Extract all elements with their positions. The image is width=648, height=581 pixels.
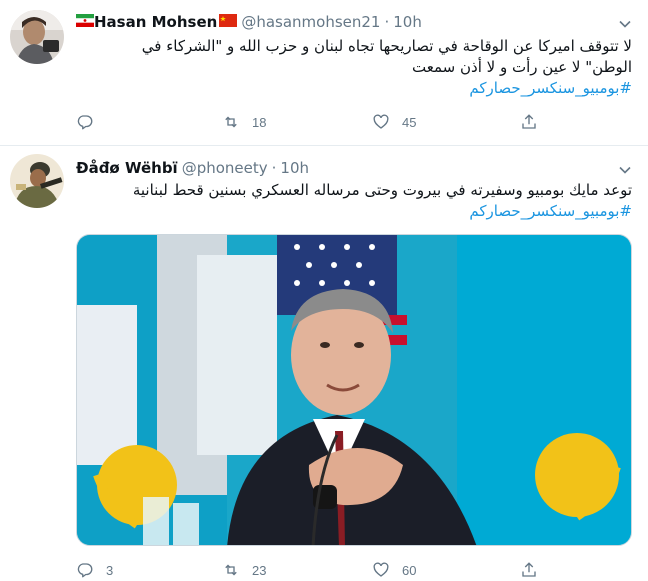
share-button[interactable]	[520, 112, 538, 132]
separator-dot: ·	[384, 13, 390, 31]
tweet-text: لا تتوقف اميركا عن الوقاحة في تصاريحها ت…	[76, 36, 632, 99]
reply-icon	[77, 563, 93, 578]
reply-count: 3	[106, 562, 114, 578]
like-count: 60	[402, 562, 417, 578]
share-button[interactable]	[520, 560, 538, 580]
retweet-icon	[225, 564, 237, 576]
tweet-actions: 3 23 60	[76, 560, 536, 580]
tweet-header: Ðåđø Wëhbï @phoneety · 10h	[76, 158, 309, 178]
china-flag-icon	[219, 13, 238, 31]
reply-button[interactable]	[76, 112, 106, 132]
like-icon	[373, 114, 389, 129]
like-button[interactable]: 45	[372, 112, 416, 132]
tweet[interactable]: Hasan Mohsen @hasanmohsen21 · 10h لا تتو…	[0, 0, 648, 146]
reply-button[interactable]: 3	[76, 560, 113, 580]
user-handle[interactable]: @hasanmohsen21	[241, 13, 380, 31]
retweet-button[interactable]: 18	[222, 112, 266, 132]
display-name[interactable]: Ðåđø Wëhbï	[76, 159, 178, 177]
tweet-text: توعد مايك بومبيو وسفيرته في بيروت وحتى م…	[76, 180, 632, 222]
retweet-icon	[225, 116, 237, 128]
like-icon	[373, 562, 389, 577]
separator-dot: ·	[271, 159, 277, 177]
retweet-button[interactable]: 23	[222, 560, 266, 580]
tweet-text-line: توعد مايك بومبيو وسفيرته في بيروت وحتى م…	[132, 181, 632, 199]
caret-down-icon[interactable]	[618, 16, 632, 30]
tweet[interactable]: Ðåđø Wëhbï @phoneety · 10h توعد مايك بوم…	[0, 146, 648, 581]
timestamp[interactable]: 10h	[393, 13, 422, 31]
avatar[interactable]	[10, 154, 64, 208]
avatar[interactable]	[10, 10, 64, 64]
hashtag-link[interactable]: #بومبيو_سنكسر_حصاركم	[76, 201, 632, 222]
tweet-text-line: لا تتوقف اميركا عن الوقاحة في تصاريحها ت…	[141, 37, 632, 55]
reply-icon	[77, 115, 93, 130]
tweet-photo[interactable]	[76, 234, 632, 546]
retweet-count: 23	[252, 562, 267, 578]
tweet-text-line: الوطن" لا عين رأت و لا أذن سمعت	[412, 58, 632, 76]
iran-flag-icon	[76, 13, 94, 31]
tweet-header: Hasan Mohsen @hasanmohsen21 · 10h	[76, 12, 422, 32]
like-count: 45	[402, 114, 417, 130]
timestamp[interactable]: 10h	[280, 159, 309, 177]
hashtag-link[interactable]: #بومبيو_سنكسر_حصاركم	[76, 78, 632, 99]
share-icon	[522, 562, 536, 577]
retweet-count: 18	[252, 114, 267, 130]
share-icon	[522, 114, 536, 129]
caret-down-icon[interactable]	[618, 162, 632, 176]
user-handle[interactable]: @phoneety	[182, 159, 268, 177]
tweet-actions: 18 45	[76, 112, 536, 132]
like-button[interactable]: 60	[372, 560, 416, 580]
display-name[interactable]: Hasan Mohsen	[94, 13, 217, 31]
